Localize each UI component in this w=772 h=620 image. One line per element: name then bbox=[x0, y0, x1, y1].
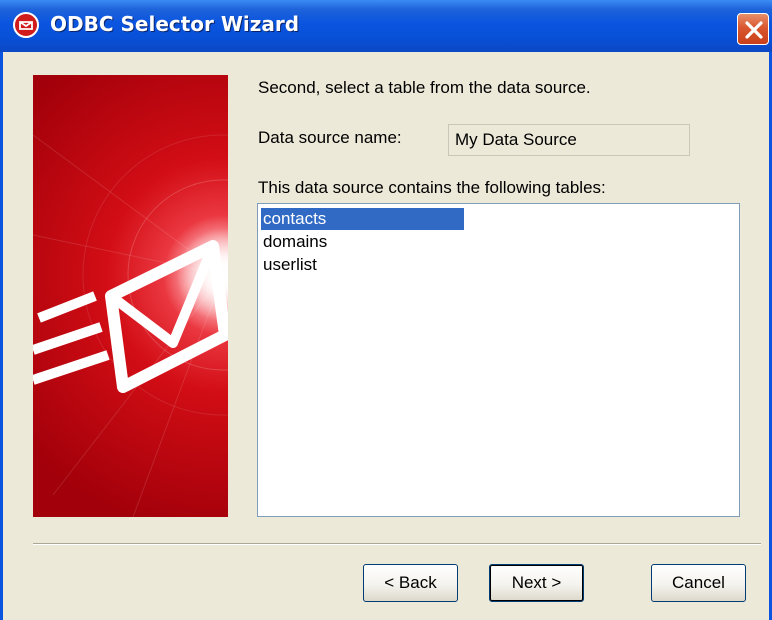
envelope-icon bbox=[33, 75, 228, 517]
cancel-button[interactable]: Cancel bbox=[651, 564, 746, 602]
instruction-text: Second, select a table from the data sou… bbox=[258, 78, 591, 97]
separator-highlight bbox=[33, 544, 761, 545]
close-button[interactable] bbox=[737, 13, 769, 45]
close-icon bbox=[745, 21, 763, 39]
data-source-label: Data source name: bbox=[258, 128, 402, 147]
data-source-name-field: My Data Source bbox=[448, 124, 690, 156]
tables-label: This data source contains the following … bbox=[258, 178, 606, 197]
next-button[interactable]: Next > bbox=[489, 564, 584, 602]
table-item-userlist[interactable]: userlist bbox=[261, 254, 464, 276]
title-bar[interactable]: ODBC Selector Wizard bbox=[0, 0, 772, 52]
wizard-window: ODBC Selector Wizard Second, select a ta… bbox=[0, 0, 772, 620]
table-item-domains[interactable]: domains bbox=[261, 231, 464, 253]
wizard-banner bbox=[33, 75, 228, 517]
table-item-contacts[interactable]: contacts bbox=[261, 208, 464, 230]
window-title: ODBC Selector Wizard bbox=[50, 12, 300, 36]
app-icon bbox=[13, 12, 39, 38]
back-button[interactable]: < Back bbox=[363, 564, 458, 602]
table-listbox[interactable]: contacts domains userlist bbox=[257, 203, 740, 517]
